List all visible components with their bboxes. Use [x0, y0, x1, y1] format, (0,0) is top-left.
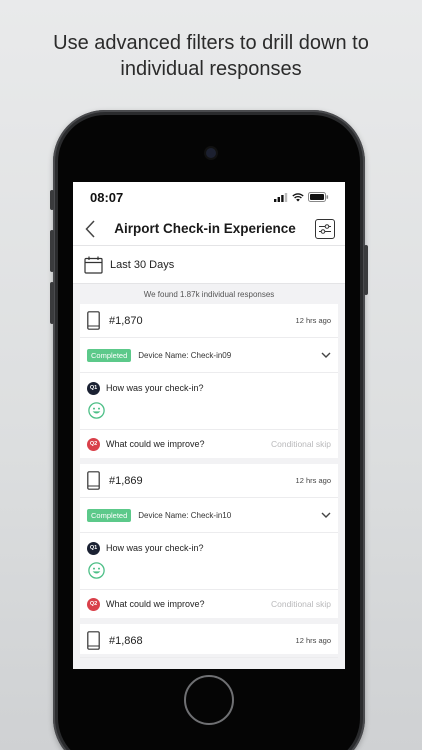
response-card[interactable]: #1,869 12 hrs ago Completed Device Name:…	[80, 464, 338, 618]
status-time: 08:07	[90, 189, 124, 205]
page-title: Airport Check-in Experience	[114, 221, 296, 236]
nav-bar: Airport Check-in Experience	[73, 212, 345, 246]
calendar-icon	[84, 256, 103, 274]
power-button	[364, 245, 368, 295]
signal-icon	[274, 192, 288, 202]
mute-switch	[50, 190, 54, 210]
device-tablet-icon	[87, 311, 100, 330]
status-badge: Completed	[87, 348, 132, 362]
response-number: #1,870	[109, 314, 143, 327]
skip-note: Conditional skip	[270, 599, 331, 609]
question-text: How was your check-in?	[106, 543, 204, 553]
q2-badge: Q2	[87, 597, 100, 611]
volume-up-button	[50, 230, 54, 272]
smiley-face-icon	[88, 402, 105, 419]
app-screen: 08:07 Airport Check-in Experience Last 3…	[73, 182, 345, 669]
wifi-icon	[292, 192, 304, 201]
response-header: #1,870 12 hrs ago	[80, 304, 338, 338]
question-2-row: Q2 What could we improve? Conditional sk…	[80, 590, 338, 618]
device-name: Device Name: Check-in09	[138, 350, 232, 360]
response-status-row[interactable]: Completed Device Name: Check-in09	[80, 338, 338, 373]
question-text: What could we improve?	[106, 439, 205, 449]
home-button[interactable]	[184, 675, 234, 725]
q2-badge: Q2	[87, 437, 100, 451]
response-card[interactable]: #1,870 12 hrs ago Completed Device Name:…	[80, 304, 338, 458]
device-tablet-icon	[87, 471, 100, 490]
volume-down-button	[50, 282, 54, 324]
filter-sliders-icon	[319, 223, 331, 234]
question-1-block: Q1 How was your check-in?	[80, 533, 338, 590]
question-text: What could we improve?	[106, 599, 205, 609]
response-header: #1,868 12 hrs ago	[80, 624, 338, 658]
front-camera	[206, 148, 216, 158]
response-number: #1,868	[109, 634, 143, 647]
skip-note: Conditional skip	[270, 439, 331, 449]
battery-icon	[308, 192, 329, 202]
device-name: Device Name: Check-in10	[138, 510, 232, 520]
response-header: #1,869 12 hrs ago	[80, 464, 338, 498]
promo-caption: Use advanced filters to drill down to in…	[0, 30, 422, 82]
question-text: How was your check-in?	[106, 383, 204, 393]
date-filter[interactable]: Last 30 Days	[73, 246, 345, 284]
response-time: 12 hrs ago	[295, 316, 331, 325]
response-status-row[interactable]: Completed Device Name: Check-in10	[80, 498, 338, 533]
status-bar: 08:07	[73, 182, 345, 212]
question-2-row: Q2 What could we improve? Conditional sk…	[80, 430, 338, 458]
chevron-down-icon[interactable]	[321, 512, 331, 519]
response-time: 12 hrs ago	[295, 636, 331, 645]
response-card[interactable]: #1,868 12 hrs ago	[80, 624, 338, 658]
response-time: 12 hrs ago	[295, 476, 331, 485]
caption-line-1: Use advanced filters to drill down to	[53, 32, 369, 54]
results-count: We found 1.87k individual responses	[143, 290, 275, 299]
back-chevron-icon[interactable]	[85, 219, 95, 238]
caption-line-2: individual responses	[120, 58, 302, 80]
question-1-block: Q1 How was your check-in?	[80, 373, 338, 430]
response-number: #1,869	[109, 474, 143, 487]
device-tablet-icon	[87, 631, 100, 650]
status-icons	[274, 192, 329, 202]
status-badge: Completed	[87, 508, 132, 522]
date-range-label: Last 30 Days	[110, 258, 175, 271]
chevron-down-icon[interactable]	[321, 352, 331, 359]
filter-button[interactable]	[315, 218, 335, 239]
phone-frame: 08:07 Airport Check-in Experience Last 3…	[50, 110, 368, 750]
smiley-face-icon	[88, 562, 105, 579]
q1-badge: Q1	[87, 541, 100, 555]
q1-badge: Q1	[87, 381, 100, 395]
